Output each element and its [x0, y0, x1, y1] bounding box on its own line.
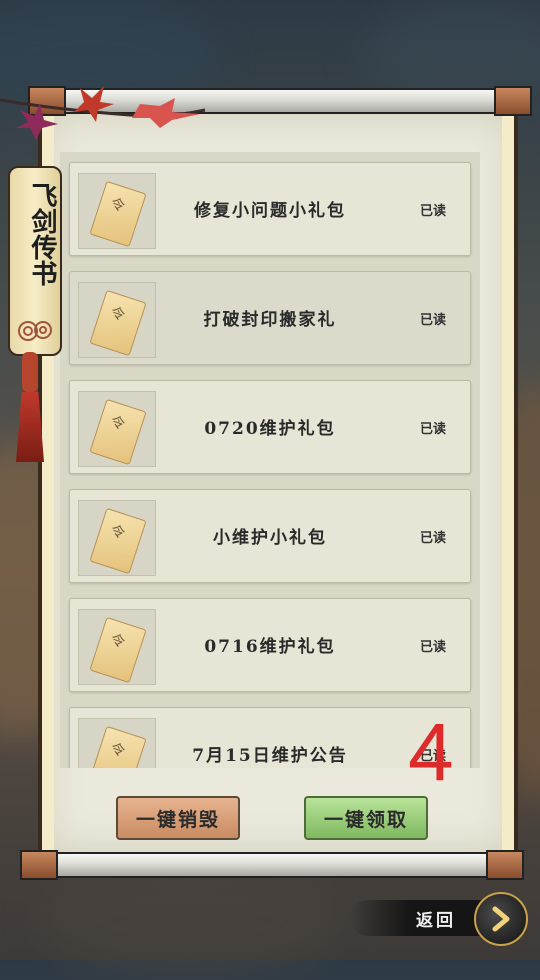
scroll-rod-bottom [20, 850, 524, 880]
mail-envelope-icon: 令 [78, 391, 156, 467]
scroll-edge-right [502, 112, 514, 854]
back-button[interactable] [474, 892, 528, 946]
mail-envelope-icon: 令 [78, 609, 156, 685]
mail-title: 修复小问题小礼包 [194, 201, 346, 221]
mail-item[interactable]: 令 小维护小礼包 已读 [69, 489, 471, 583]
back-control[interactable]: 返回 [350, 890, 540, 946]
mail-item[interactable]: 令 修复小问题小礼包 已读 [69, 162, 471, 256]
mail-status: 已读 [419, 640, 446, 655]
mail-item[interactable]: 令 0720维护礼包 已读 [69, 380, 471, 474]
mail-item[interactable]: 令 打破封印搬家礼 已读 [69, 271, 471, 365]
mail-envelope-icon: 令 [78, 718, 156, 768]
back-label: 返回 [416, 911, 456, 931]
mail-envelope-icon: 令 [78, 282, 156, 358]
chevron-right-icon [492, 906, 510, 932]
side-banner: 飞剑传书 [8, 166, 62, 356]
cloud-swirl-icon [18, 321, 52, 341]
mail-list[interactable]: 令 修复小问题小礼包 已读 令 打破封印搬家礼 已读 令 0720维护礼包 已读… [60, 152, 480, 768]
mail-title: 打破封印搬家礼 [203, 310, 337, 330]
mail-title: 0716维护礼包 [204, 637, 336, 657]
rod-cap-left [20, 850, 58, 880]
rod-cap-right [494, 86, 532, 116]
banner-title: 飞剑传书 [27, 182, 57, 286]
mail-envelope-icon: 令 [78, 173, 156, 249]
mail-envelope-icon: 令 [78, 500, 156, 576]
tassel-icon [16, 352, 44, 462]
destroy-all-button[interactable]: 一键销毁 [116, 796, 240, 840]
mail-status: 已读 [419, 422, 446, 437]
red-annotation-number: 4 [408, 707, 454, 798]
claim-all-button[interactable]: 一键领取 [304, 796, 428, 840]
mail-title: 7月15日维护公告 [192, 746, 348, 766]
rod-cap-right [486, 850, 524, 880]
maple-leaves-icon [0, 86, 206, 140]
mail-item[interactable]: 令 0716维护礼包 已读 [69, 598, 471, 692]
mail-status: 已读 [419, 531, 446, 546]
mail-status: 已读 [419, 204, 446, 219]
mail-title: 0720维护礼包 [204, 419, 336, 439]
mail-title: 小维护小礼包 [213, 528, 327, 548]
mail-status: 已读 [419, 313, 446, 328]
